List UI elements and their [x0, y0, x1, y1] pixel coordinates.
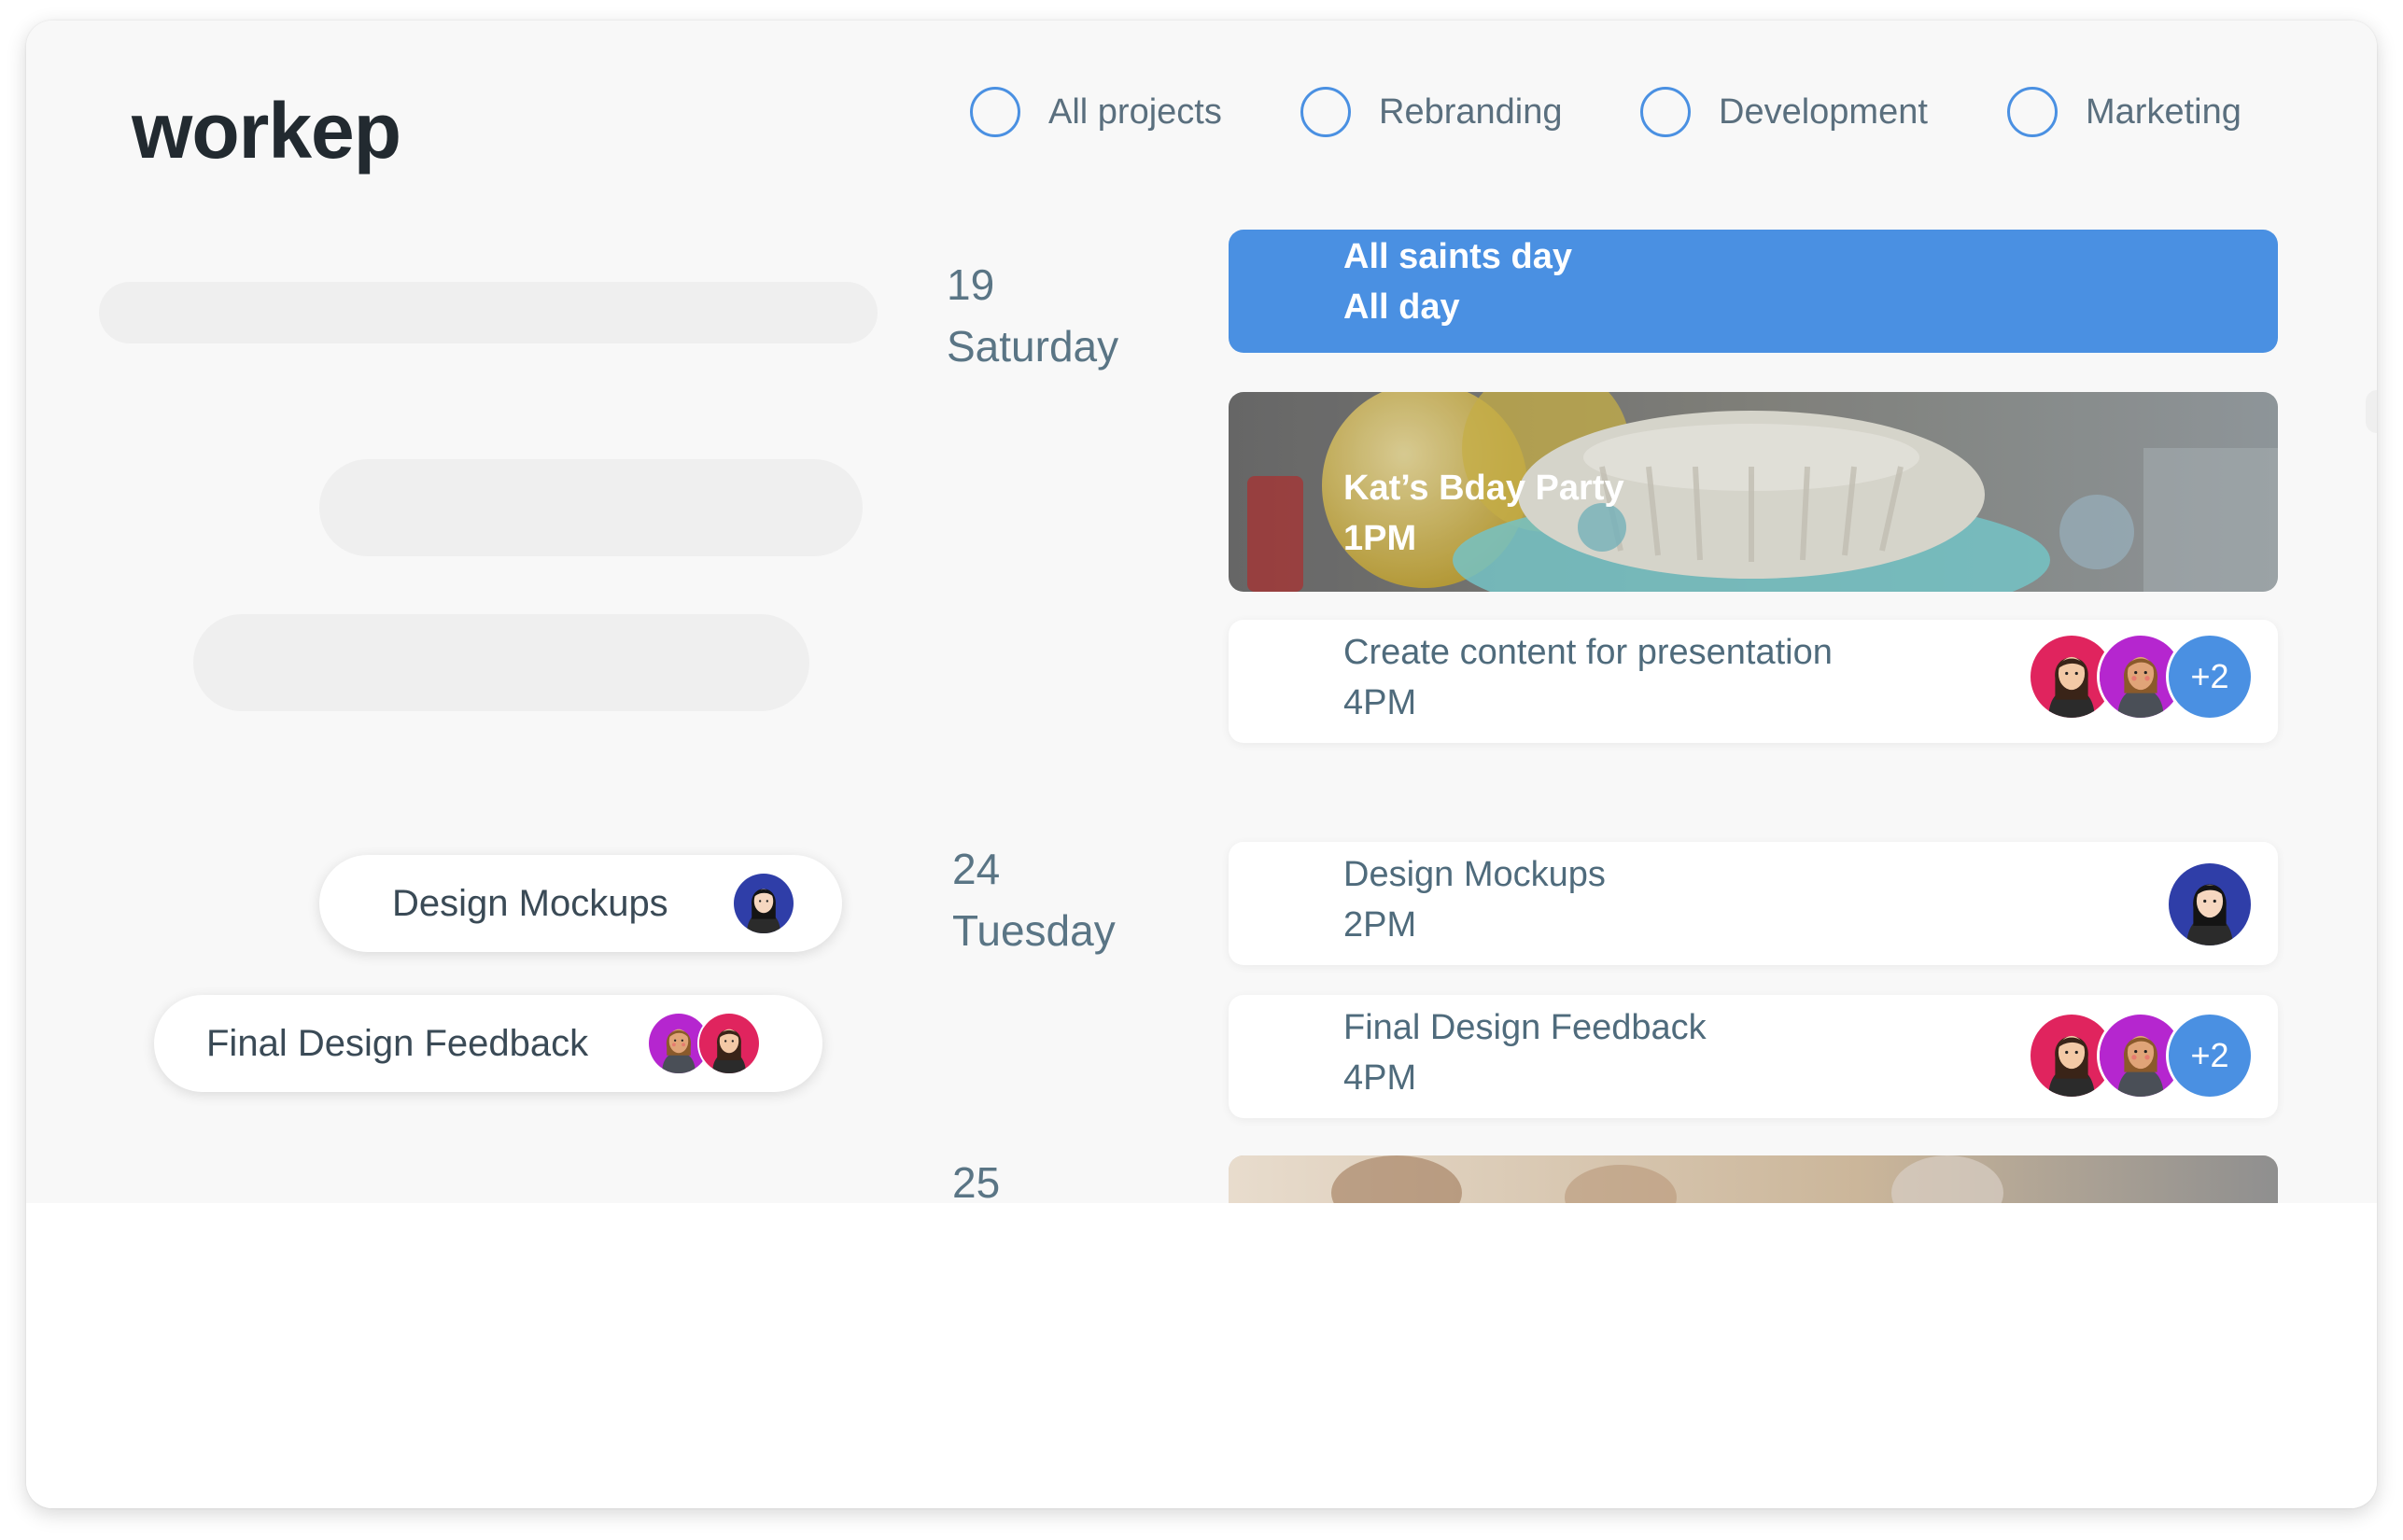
- task-pill-final-design-feedback[interactable]: Final Design Feedback: [154, 995, 822, 1092]
- app-window: workep All projects Rebranding Developme…: [26, 21, 2377, 1508]
- scroll-handle[interactable]: [2366, 390, 2377, 433]
- more-members-badge[interactable]: +2: [2166, 633, 2254, 721]
- event-title: Design Mockups: [1343, 855, 1606, 894]
- event-title: Final Design Feedback: [1343, 1008, 1707, 1047]
- filter-label: Marketing: [2086, 91, 2241, 132]
- filter-rebranding[interactable]: Rebranding: [1300, 86, 1562, 138]
- event-assignees[interactable]: [2166, 861, 2254, 948]
- event-time: All day: [1343, 287, 1460, 327]
- event-time: 2PM: [1343, 905, 1417, 945]
- pill-assignees: [732, 872, 795, 935]
- avatar-icon: [732, 872, 795, 935]
- event-time: 4PM: [1343, 1058, 1417, 1098]
- filter-all-projects[interactable]: All projects: [970, 86, 1222, 138]
- skeleton-bar: [319, 459, 863, 556]
- filter-label: Development: [1719, 91, 1928, 132]
- event-time: 4PM: [1343, 683, 1417, 722]
- filter-marketing[interactable]: Marketing: [2007, 86, 2241, 138]
- event-design-mockups[interactable]: Design Mockups 2PM: [1229, 842, 2278, 965]
- event-assignees[interactable]: +2: [2028, 633, 2254, 721]
- day-number: 25: [952, 1158, 1001, 1203]
- filter-label: All projects: [1048, 91, 1222, 132]
- more-members-badge[interactable]: +2: [2166, 1012, 2254, 1099]
- event-final-design-feedback[interactable]: Final Design Feedback 4PM +2: [1229, 995, 2278, 1118]
- day-label-19: 19 Saturday: [947, 254, 1118, 377]
- skeleton-bar: [193, 614, 809, 711]
- pill-label: Design Mockups: [392, 882, 668, 924]
- filter-development[interactable]: Development: [1640, 86, 1928, 138]
- radio-circle-icon[interactable]: [2007, 87, 2058, 137]
- task-pill-design-mockups[interactable]: Design Mockups: [319, 855, 842, 952]
- event-photo-card-partial[interactable]: [1229, 1155, 2278, 1203]
- avatar-icon: [697, 1012, 761, 1075]
- day-label-24: 24 Tuesday: [952, 838, 1116, 961]
- day-number: 24: [952, 845, 1001, 893]
- event-title: Kat’s Bday Party: [1343, 469, 1624, 508]
- event-time: 1PM: [1343, 519, 1417, 558]
- day-label-25: 25: [952, 1152, 1000, 1203]
- pill-label: Final Design Feedback: [206, 1022, 589, 1064]
- event-create-content-presentation[interactable]: Create content for presentation 4PM +2: [1229, 620, 2278, 743]
- event-all-saints-day[interactable]: All saints day All day: [1229, 230, 2278, 353]
- day-number: 19: [947, 260, 995, 309]
- group-photo: [1229, 1155, 2278, 1203]
- event-assignees[interactable]: +2: [2028, 1012, 2254, 1099]
- app-logo: workep: [132, 87, 401, 175]
- empty-area: [26, 1203, 2377, 1508]
- avatar-icon: [2166, 861, 2254, 948]
- filter-label: Rebranding: [1379, 91, 1563, 132]
- radio-circle-icon[interactable]: [1640, 87, 1691, 137]
- pill-assignees: [647, 1012, 761, 1075]
- radio-circle-icon[interactable]: [1300, 87, 1351, 137]
- event-kats-bday-party[interactable]: Kat’s Bday Party 1PM: [1229, 392, 2278, 592]
- event-title: Create content for presentation: [1343, 633, 1833, 672]
- calendar-app: workep All projects Rebranding Developme…: [26, 21, 2377, 1203]
- event-title: All saints day: [1343, 237, 1572, 276]
- day-weekday: Tuesday: [952, 906, 1116, 955]
- day-weekday: Saturday: [947, 322, 1119, 371]
- skeleton-bar: [99, 282, 878, 343]
- radio-circle-icon[interactable]: [970, 87, 1020, 137]
